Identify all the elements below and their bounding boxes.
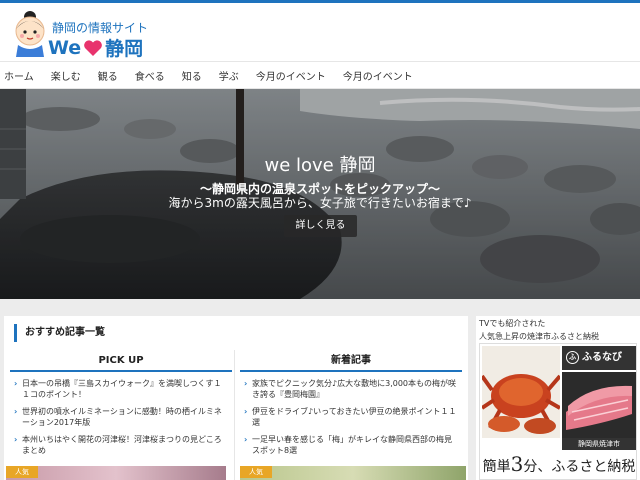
furunavi-logo: ふ ふるなび <box>562 346 636 370</box>
column-divider <box>234 350 235 480</box>
main-nav: ホーム 楽しむ 観る 食べる 知る 学ぶ 今月のイベント 今月のイベント <box>0 61 640 89</box>
sidebar: TVでも紹介された 人気急上昇の焼津市ふるさと納税 ふ ふるなび 静岡県焼津市 … <box>476 316 640 480</box>
hero-read-more-button[interactable]: 詳しく見る <box>284 215 357 237</box>
pickup-column: PICK UP › 日本一の吊橋『三島スカイウォーク』を満喫しつくす１１コのポイ… <box>10 350 232 480</box>
tuna-sashimi-image <box>562 372 636 438</box>
site-header: 静岡の情報サイト We 静岡 <box>0 3 640 61</box>
furunavi-mark-icon: ふ <box>566 351 579 364</box>
pickup-list: › 日本一の吊橋『三島スカイウォーク』を満喫しつくす１１コのポイント！ › 世界… <box>10 372 232 456</box>
article-link[interactable]: 日本一の吊橋『三島スカイウォーク』を満喫しつくす１１コのポイント！ <box>22 378 228 400</box>
site-name: We 静岡 <box>48 34 143 61</box>
ad-tagline-number: 3 <box>510 452 524 476</box>
heart-icon <box>84 39 103 56</box>
latest-heading: 新着記事 <box>240 350 462 372</box>
pickup-heading: PICK UP <box>10 350 232 372</box>
list-item[interactable]: › 伊豆をドライブ♪いっておきたい伊豆の絶景ポイント１１選 <box>244 406 458 428</box>
site-logo[interactable]: 静岡の情報サイト We 静岡 <box>8 9 188 61</box>
ad-tagline-pre: 簡単 <box>482 459 511 475</box>
latest-column: 新着記事 › 家族でピクニック気分♪広大な敷地に3,000本もの梅が咲き誇る『豊… <box>240 350 462 480</box>
chevron-right-icon: › <box>244 379 248 388</box>
popular-article-thumbnail[interactable]: 人気 <box>6 466 226 480</box>
popular-article-thumbnail[interactable]: 人気 <box>240 466 466 480</box>
ad-tagline: 簡単3分、ふるさと納税 <box>480 452 636 476</box>
hero-title: we love 静岡 <box>264 155 376 176</box>
chevron-right-icon: › <box>244 407 248 416</box>
nav-item-learn[interactable]: 学ぶ <box>219 68 239 83</box>
popular-badge: 人気 <box>240 466 272 478</box>
recommended-articles: おすすめ記事一覧 PICK UP › 日本一の吊橋『三島スカイウォーク』を満喫し… <box>4 316 468 480</box>
nav-item-home[interactable]: ホーム <box>4 68 34 83</box>
chevron-right-icon: › <box>14 435 18 444</box>
site-name-prefix: We <box>48 36 82 59</box>
hero-slider: we love 静岡 〜静岡県内の温泉スポットをピックアップ〜 海から3mの露天… <box>0 89 640 299</box>
nav-item-events[interactable]: 今月のイベント <box>256 68 326 83</box>
nav-item-see[interactable]: 観る <box>98 68 118 83</box>
article-link[interactable]: 本州いちはやく開花の河津桜！河津桜まつりの見どころまとめ <box>22 434 228 456</box>
location-label: 静岡県焼津市 <box>562 438 636 450</box>
hero-description: 海から3mの露天風呂から、女子旅で行きたいお宿まで♪ <box>168 196 472 210</box>
section-title: おすすめ記事一覧 <box>14 324 105 342</box>
article-link[interactable]: 世界初の噴水イルミネーションに感動！時の栖イルミネーション2017年版 <box>22 406 228 428</box>
article-link[interactable]: 一足早い春を感じる「梅」がキレイな静岡県西部の梅見スポット8選 <box>252 434 458 456</box>
list-item[interactable]: › 日本一の吊橋『三島スカイウォーク』を満喫しつくす１１コのポイント！ <box>14 378 228 400</box>
mascot-icon <box>15 11 45 57</box>
chevron-right-icon: › <box>14 379 18 388</box>
list-item[interactable]: › 一足早い春を感じる「梅」がキレイな静岡県西部の梅見スポット8選 <box>244 434 458 456</box>
nav-item-eat[interactable]: 食べる <box>135 68 165 83</box>
article-link[interactable]: 家族でピクニック気分♪広大な敷地に3,000本もの梅が咲き誇る『豊岡梅園』 <box>252 378 458 400</box>
nav-item-know[interactable]: 知る <box>182 68 202 83</box>
brand-name: ふるなび <box>582 352 622 363</box>
ad-caption: TVでも紹介された <box>479 319 546 328</box>
nav-item-events-2[interactable]: 今月のイベント <box>343 68 413 83</box>
article-link[interactable]: 伊豆をドライブ♪いっておきたい伊豆の絶景ポイント１１選 <box>252 406 458 428</box>
furusato-nozei-banner[interactable]: ふ ふるなび 静岡県焼津市 簡単3分、ふるさと納税 <box>479 343 637 480</box>
chevron-right-icon: › <box>244 435 248 444</box>
list-item[interactable]: › 本州いちはやく開花の河津桜！河津桜まつりの見どころまとめ <box>14 434 228 456</box>
ad-caption-2: 人気急上昇の焼津市ふるさと納税 <box>479 332 599 341</box>
list-item[interactable]: › 世界初の噴水イルミネーションに感動！時の栖イルミネーション2017年版 <box>14 406 228 428</box>
latest-list: › 家族でピクニック気分♪広大な敷地に3,000本もの梅が咲き誇る『豊岡梅園』 … <box>240 372 462 456</box>
crab-image <box>482 346 560 438</box>
nav-item-enjoy[interactable]: 楽しむ <box>51 68 81 83</box>
ad-tagline-post: 分、ふるさと納税 <box>523 459 636 475</box>
list-item[interactable]: › 家族でピクニック気分♪広大な敷地に3,000本もの梅が咲き誇る『豊岡梅園』 <box>244 378 458 400</box>
popular-badge: 人気 <box>6 466 38 478</box>
site-name-suffix: 静岡 <box>105 38 144 60</box>
chevron-right-icon: › <box>14 407 18 416</box>
